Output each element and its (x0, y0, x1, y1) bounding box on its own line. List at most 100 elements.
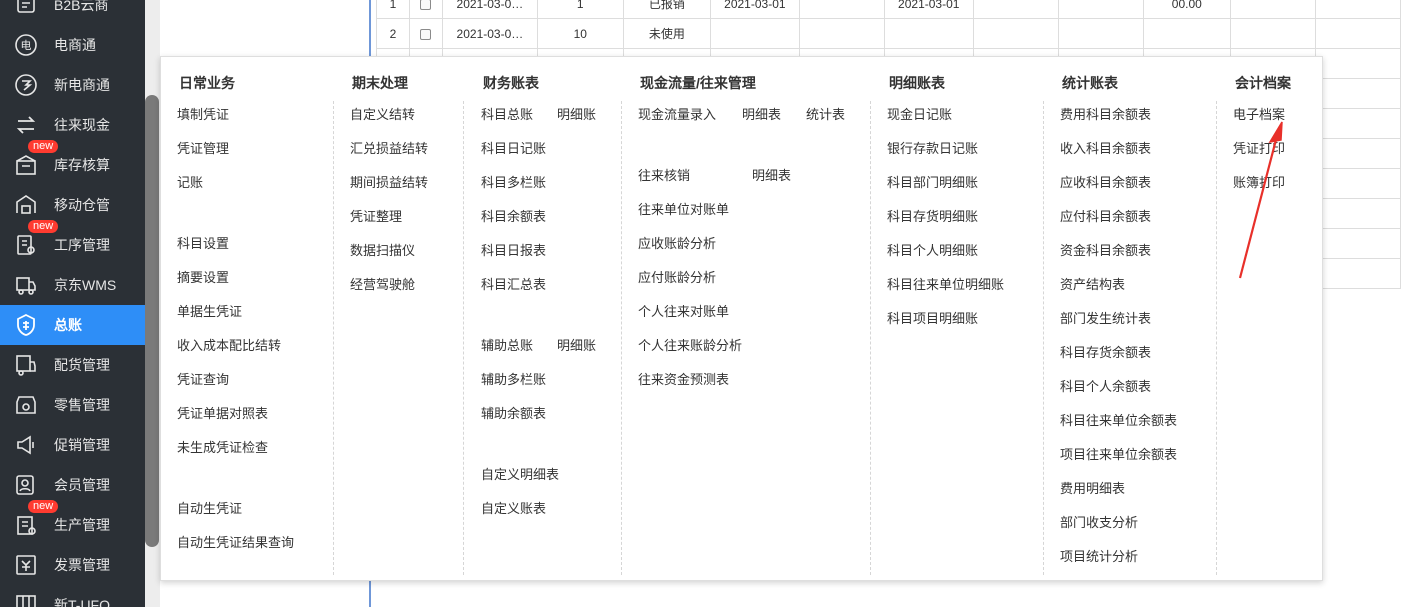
distribution-icon (14, 353, 38, 377)
menu-link[interactable]: 辅助多栏账 (481, 372, 546, 388)
menu-link[interactable]: 凭证管理 (177, 141, 229, 157)
menu-link[interactable]: 凭证查询 (177, 372, 229, 388)
menu-link[interactable]: 费用明细表 (1060, 481, 1125, 497)
sidebar-item-promotion[interactable]: 促销管理 (0, 425, 145, 465)
sidebar-item-label: 生产管理 (54, 517, 110, 533)
sidebar-item-exchange[interactable]: 往来现金 (0, 105, 145, 145)
menu-link[interactable]: 科目日报表 (481, 243, 546, 259)
menu-link[interactable]: 科目往来单位余额表 (1060, 413, 1177, 429)
menu-link[interactable]: 凭证整理 (350, 209, 402, 225)
sidebar-item-process[interactable]: new 工序管理 (0, 220, 145, 265)
menu-link[interactable]: 填制凭证 (177, 107, 229, 123)
menu-link[interactable]: 现金流量录入 (638, 107, 716, 123)
menu-link[interactable]: 科目总账 (481, 107, 533, 123)
menu-link[interactable]: 期间损益结转 (350, 175, 428, 191)
menu-link[interactable]: 科目设置 (177, 236, 229, 252)
menu-link[interactable]: 科目项目明细账 (887, 311, 978, 327)
menu-link[interactable]: 摘要设置 (177, 270, 229, 286)
menu-link[interactable]: 科目余额表 (481, 209, 546, 225)
menu-link[interactable]: 统计表 (806, 107, 845, 123)
menu-link[interactable]: 应付账龄分析 (638, 270, 716, 286)
sidebar: B2B云商 电 电商通 新电商通 往来现金 new 库存核算 移动仓管 new … (0, 0, 145, 607)
menu-link[interactable]: 收入科目余额表 (1060, 141, 1151, 157)
sidebar-item-ecommerce[interactable]: 电 电商通 (0, 25, 145, 65)
menu-link[interactable]: 辅助总账 (481, 338, 533, 354)
menu-link[interactable]: 凭证单据对照表 (177, 406, 268, 422)
menu-link[interactable]: 往来资金预测表 (638, 372, 729, 388)
sidebar-item-production[interactable]: new 生产管理 (0, 500, 145, 545)
menu-link[interactable]: 科目汇总表 (481, 277, 546, 293)
menu-link[interactable]: 科目个人明细账 (887, 243, 978, 259)
menu-link[interactable]: 明细表 (742, 107, 781, 123)
menu-link[interactable]: 汇兑损益结转 (350, 141, 428, 157)
menu-link[interactable]: 资金科目余额表 (1060, 243, 1151, 259)
row-checkbox[interactable] (420, 28, 432, 40)
menu-link[interactable]: 经营驾驶舱 (350, 277, 415, 293)
menu-link[interactable]: 科目个人余额表 (1060, 379, 1151, 395)
sidebar-item-member[interactable]: 会员管理 (0, 465, 145, 505)
menu-link[interactable]: 应付科目余额表 (1060, 209, 1151, 225)
menu-link[interactable]: 明细账 (557, 107, 596, 123)
menu-link[interactable]: 科目往来单位明细账 (887, 277, 1004, 293)
sidebar-item-new-ecommerce[interactable]: 新电商通 (0, 65, 145, 105)
menu-link[interactable]: 自动生凭证 (177, 501, 242, 517)
menu-link[interactable]: 往来单位对账单 (638, 202, 729, 218)
menu-link[interactable]: 自定义结转 (350, 107, 415, 123)
menu-link[interactable]: 收入成本配比结转 (177, 338, 281, 354)
sidebar-item-inventory[interactable]: new 库存核算 (0, 140, 145, 185)
menu-link[interactable]: 个人往来账龄分析 (638, 338, 742, 354)
menu-link[interactable]: 科目日记账 (481, 141, 546, 157)
menu-link[interactable]: 自动生凭证结果查询 (177, 535, 294, 551)
menu-link[interactable]: 单据生凭证 (177, 304, 242, 320)
b2b-icon (14, 0, 38, 17)
menu-link[interactable]: 银行存款日记账 (887, 141, 978, 157)
menu-link[interactable]: 数据扫描仪 (350, 243, 415, 259)
menu-link[interactable]: 科目部门明细账 (887, 175, 978, 191)
sidebar-item-b2b[interactable]: B2B云商 (0, 0, 145, 25)
sidebar-item-invoice[interactable]: 发票管理 (0, 545, 145, 585)
table-row[interactable]: 1 2021-03-0… 1 已报销 2021-03-01 2021-03-01… (376, 0, 1401, 19)
menu-link[interactable]: 个人往来对账单 (638, 304, 729, 320)
menu-link[interactable]: 明细表 (752, 168, 791, 184)
sidebar-item-distribution[interactable]: 配货管理 (0, 345, 145, 385)
date-cell: 2021-03-01 (709, 0, 800, 19)
menu-link[interactable]: 往来核销 (638, 168, 690, 184)
retail-icon (14, 393, 38, 417)
menu-link[interactable]: 科目存货明细账 (887, 209, 978, 225)
menu-link[interactable]: 项目统计分析 (1060, 549, 1138, 565)
sidebar-item-ufo[interactable]: 新T-UFO (0, 585, 145, 607)
menu-link[interactable]: 应收账龄分析 (638, 236, 716, 252)
menu-link[interactable]: 未生成凭证检查 (177, 440, 268, 456)
menu-link[interactable]: 自定义明细表 (481, 467, 559, 483)
menu-link[interactable]: 明细账 (557, 338, 596, 354)
table-row[interactable]: 2 2021-03-0… 10 未使用 (376, 18, 1401, 49)
sidebar-item-mobile-warehouse[interactable]: 移动仓管 (0, 185, 145, 225)
sidebar-item-wms[interactable]: 京东WMS (0, 265, 145, 305)
menu-link[interactable]: 费用科目余额表 (1060, 107, 1151, 123)
new-badge: new (28, 500, 59, 513)
sidebar-scrollbar-thumb[interactable] (145, 95, 159, 547)
menu-link[interactable]: 资产结构表 (1060, 277, 1125, 293)
menu-link[interactable]: 应收科目余额表 (1060, 175, 1151, 191)
sidebar-item-general-ledger[interactable]: 总账 (0, 305, 145, 345)
column-title: 日常业务 (179, 75, 235, 91)
sidebar-item-label: 促销管理 (54, 437, 110, 453)
invoice-icon (14, 553, 38, 577)
amount-cell: 00.00 (1142, 0, 1231, 19)
menu-link[interactable]: 辅助余额表 (481, 406, 546, 422)
menu-link[interactable]: 记账 (177, 175, 203, 191)
menu-link[interactable]: 项目往来单位余额表 (1060, 447, 1177, 463)
sidebar-item-retail[interactable]: 零售管理 (0, 385, 145, 425)
menu-link[interactable]: 部门收支分析 (1060, 515, 1138, 531)
menu-link[interactable]: 科目多栏账 (481, 175, 546, 191)
menu-link[interactable]: 自定义账表 (481, 501, 546, 517)
member-icon (14, 473, 38, 497)
row-checkbox[interactable] (420, 0, 432, 10)
menu-link[interactable]: 部门发生统计表 (1060, 311, 1151, 327)
sidebar-item-label: 京东WMS (54, 277, 117, 293)
qty-cell: 1 (536, 0, 624, 19)
row-number: 2 (376, 18, 410, 49)
menu-link[interactable]: 科目存货余额表 (1060, 345, 1151, 361)
row-number: 1 (376, 0, 410, 19)
menu-link[interactable]: 现金日记账 (887, 107, 952, 123)
